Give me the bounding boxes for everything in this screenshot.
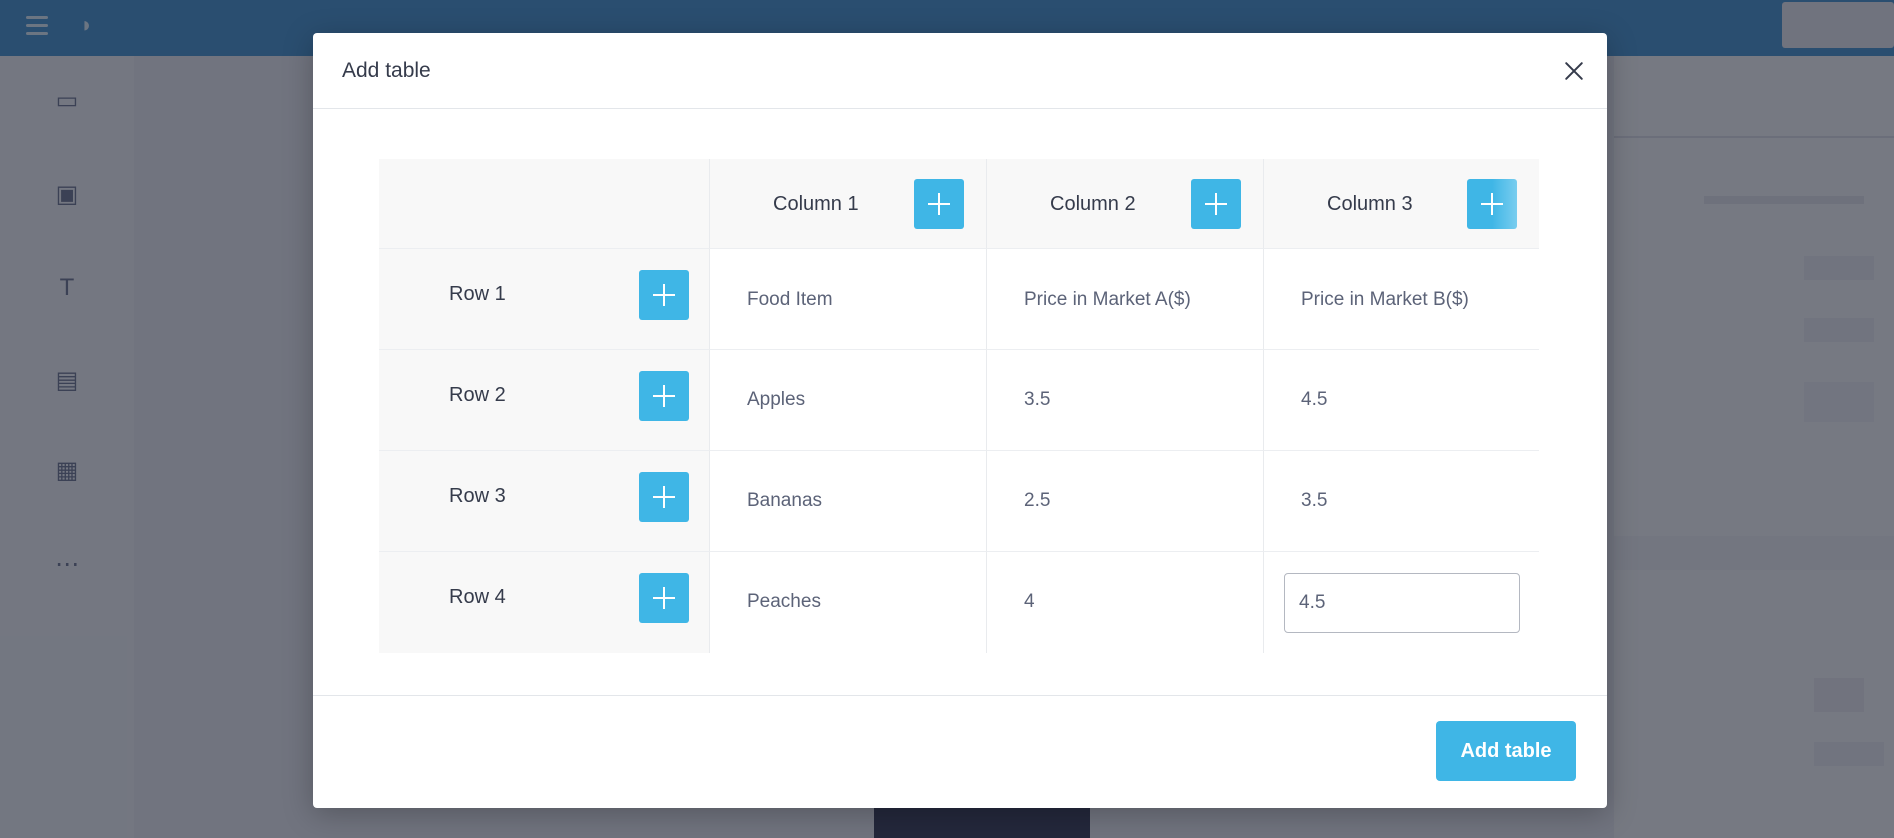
- column-label: Column 1: [773, 193, 859, 215]
- column-header-3: Column 3: [1263, 159, 1539, 249]
- add-table-button[interactable]: Add table: [1436, 721, 1576, 781]
- add-row-1-button[interactable]: [639, 270, 689, 320]
- modal-header: Add table: [313, 33, 1607, 109]
- close-icon[interactable]: [1556, 53, 1592, 89]
- table-cell[interactable]: 4: [986, 552, 1263, 653]
- table-cell[interactable]: Peaches: [709, 552, 986, 653]
- table-cell[interactable]: 2.5: [986, 451, 1263, 552]
- column-label: Column 3: [1327, 193, 1413, 215]
- table-cell[interactable]: Price in Market B($): [1263, 249, 1539, 350]
- add-table-modal: Add table Column 1 Column 2 Column 3 Row…: [313, 33, 1607, 808]
- table-cell[interactable]: 3.5: [1263, 451, 1539, 552]
- cell-value: Apples: [747, 389, 806, 410]
- column-label: Column 2: [1050, 193, 1136, 215]
- table-cell[interactable]: Food Item: [709, 249, 986, 350]
- row-header-3: Row 3: [379, 451, 709, 552]
- column-header-2: Column 2: [986, 159, 1263, 249]
- cell-value: 4: [1024, 591, 1035, 612]
- column-header-1: Column 1: [709, 159, 986, 249]
- table-cell[interactable]: [1263, 552, 1539, 653]
- modal-title: Add table: [342, 59, 431, 82]
- row-header-1: Row 1: [379, 249, 709, 350]
- cell-value: 2.5: [1024, 490, 1051, 511]
- table-cell[interactable]: Bananas: [709, 451, 986, 552]
- row-header-2: Row 2: [379, 350, 709, 451]
- cell-value: 3.5: [1301, 490, 1328, 511]
- row-label: Row 4: [449, 586, 506, 608]
- cell-value: Bananas: [747, 490, 823, 511]
- row-label: Row 1: [449, 283, 506, 305]
- cell-value: Price in Market A($): [1024, 289, 1191, 310]
- table-cell[interactable]: Price in Market A($): [986, 249, 1263, 350]
- add-column-2-button[interactable]: [1191, 179, 1241, 229]
- table-cell[interactable]: 3.5: [986, 350, 1263, 451]
- add-column-3-button[interactable]: [1467, 179, 1517, 229]
- cell-value: 3.5: [1024, 389, 1051, 410]
- table-cell[interactable]: 4.5: [1263, 350, 1539, 451]
- cell-value: Food Item: [747, 289, 833, 310]
- cell-value: Price in Market B($): [1301, 289, 1469, 310]
- add-column-1-button[interactable]: [914, 179, 964, 229]
- table-corner: [379, 159, 709, 249]
- row-header-4: Row 4: [379, 552, 709, 653]
- cell-value: Peaches: [747, 591, 821, 612]
- row-label: Row 3: [449, 485, 506, 507]
- table-cell[interactable]: Apples: [709, 350, 986, 451]
- cell-value: 4.5: [1301, 389, 1328, 410]
- add-row-3-button[interactable]: [639, 472, 689, 522]
- row-label: Row 2: [449, 384, 506, 406]
- add-row-4-button[interactable]: [639, 573, 689, 623]
- modal-footer: [313, 695, 1607, 808]
- cell-edit-input[interactable]: [1284, 573, 1520, 633]
- add-row-2-button[interactable]: [639, 371, 689, 421]
- table-editor: Column 1 Column 2 Column 3 Row 1 Food It…: [379, 159, 1539, 653]
